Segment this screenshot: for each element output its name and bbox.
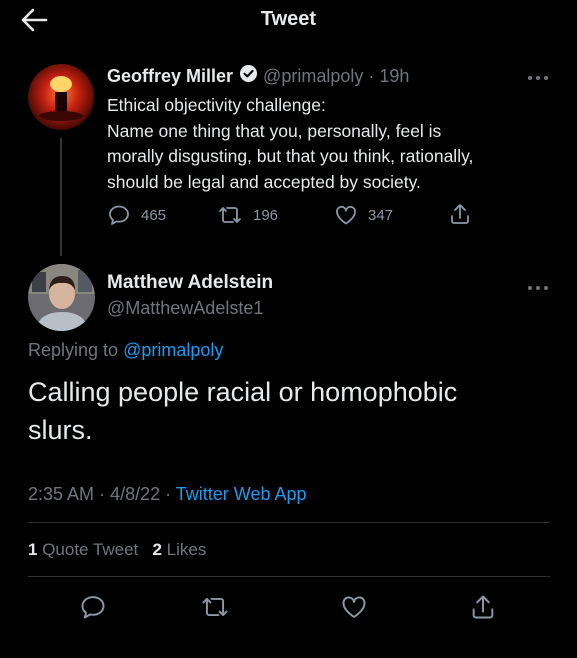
quote-count: 1 — [28, 540, 38, 559]
top-bar: Tweet — [0, 0, 577, 40]
retweet-button[interactable] — [200, 593, 230, 626]
parent-tweet-header: Geoffrey Miller @primalpoly · 19h — [107, 64, 409, 88]
separator-dot: · — [363, 65, 380, 86]
share-icon — [451, 204, 469, 224]
retweet-icon — [202, 597, 228, 617]
divider — [28, 576, 550, 577]
likes-label: Likes — [166, 540, 207, 559]
separator-dot: · — [99, 484, 111, 504]
reply-button[interactable] — [79, 593, 107, 626]
replying-to: Replying to @primalpoly — [28, 340, 223, 361]
likes-link[interactable]: 2 Likes — [152, 540, 206, 559]
more-options-icon[interactable] — [526, 70, 550, 80]
tweet-date[interactable]: 4/8/22 — [110, 484, 160, 504]
engagement-stats: 1 Quote Tweet 2 Likes — [28, 540, 206, 560]
reply-icon — [81, 596, 105, 619]
tweet-text-line: Ethical objectivity challenge: — [107, 95, 326, 115]
quote-tweets-link[interactable]: 1 Quote Tweet — [28, 540, 138, 559]
likes-count: 2 — [152, 540, 162, 559]
tweet-text-line: Calling people racial or homophobic — [28, 377, 458, 407]
reply-icon — [109, 205, 129, 225]
author-name[interactable]: Geoffrey Miller — [107, 66, 233, 87]
share-button[interactable] — [448, 202, 482, 226]
share-icon — [472, 595, 494, 619]
page-title: Tweet — [260, 8, 317, 30]
more-options-icon[interactable] — [526, 280, 550, 290]
parent-tweet-text: Ethical objectivity challenge: Name one … — [107, 93, 547, 195]
tweet-text-line: Name one thing that you, personally, fee… — [107, 120, 442, 141]
like-count: 347 — [368, 206, 394, 224]
avatar[interactable] — [28, 64, 94, 130]
author-handle[interactable]: @primalpoly — [263, 66, 363, 87]
tweet-text-line: should be legal and accepted by society. — [107, 171, 421, 192]
thread-line — [60, 138, 62, 256]
retweet-icon — [219, 207, 241, 223]
retweet-count: 196 — [253, 206, 279, 224]
separator-dot: · — [165, 484, 176, 504]
divider — [28, 522, 550, 523]
tweet-source-link[interactable]: Twitter Web App — [176, 484, 307, 504]
author-name[interactable]: Matthew Adelstein — [107, 272, 273, 294]
author-handle[interactable]: @MatthewAdelste1 — [107, 298, 263, 319]
heart-icon — [342, 596, 366, 618]
tweet-time[interactable]: 19h — [379, 66, 409, 87]
tweet-timestamp[interactable]: 2:35 AM — [28, 484, 94, 504]
avatar[interactable] — [28, 264, 95, 331]
reply-count: 465 — [141, 206, 167, 224]
heart-icon — [336, 205, 356, 225]
verified-badge-icon — [239, 64, 258, 88]
share-button[interactable] — [469, 593, 497, 626]
tweet-text-line: slurs. — [28, 415, 93, 445]
replying-to-link[interactable]: @primalpoly — [123, 340, 223, 360]
reply-button[interactable]: 465 — [107, 203, 166, 227]
replying-to-prefix: Replying to — [28, 340, 124, 360]
quote-label: Quote Tweet — [42, 540, 139, 559]
retweet-button[interactable]: 196 — [217, 203, 278, 227]
reply-tweet-text: Calling people racial or homophobic slur… — [28, 373, 548, 449]
like-button[interactable]: 347 — [334, 203, 393, 227]
like-button[interactable] — [340, 593, 368, 626]
tweet-meta: 2:35 AM · 4/8/22 · Twitter Web App — [28, 484, 307, 505]
tweet-text-line: morally disgusting, but that you think, … — [107, 146, 474, 166]
